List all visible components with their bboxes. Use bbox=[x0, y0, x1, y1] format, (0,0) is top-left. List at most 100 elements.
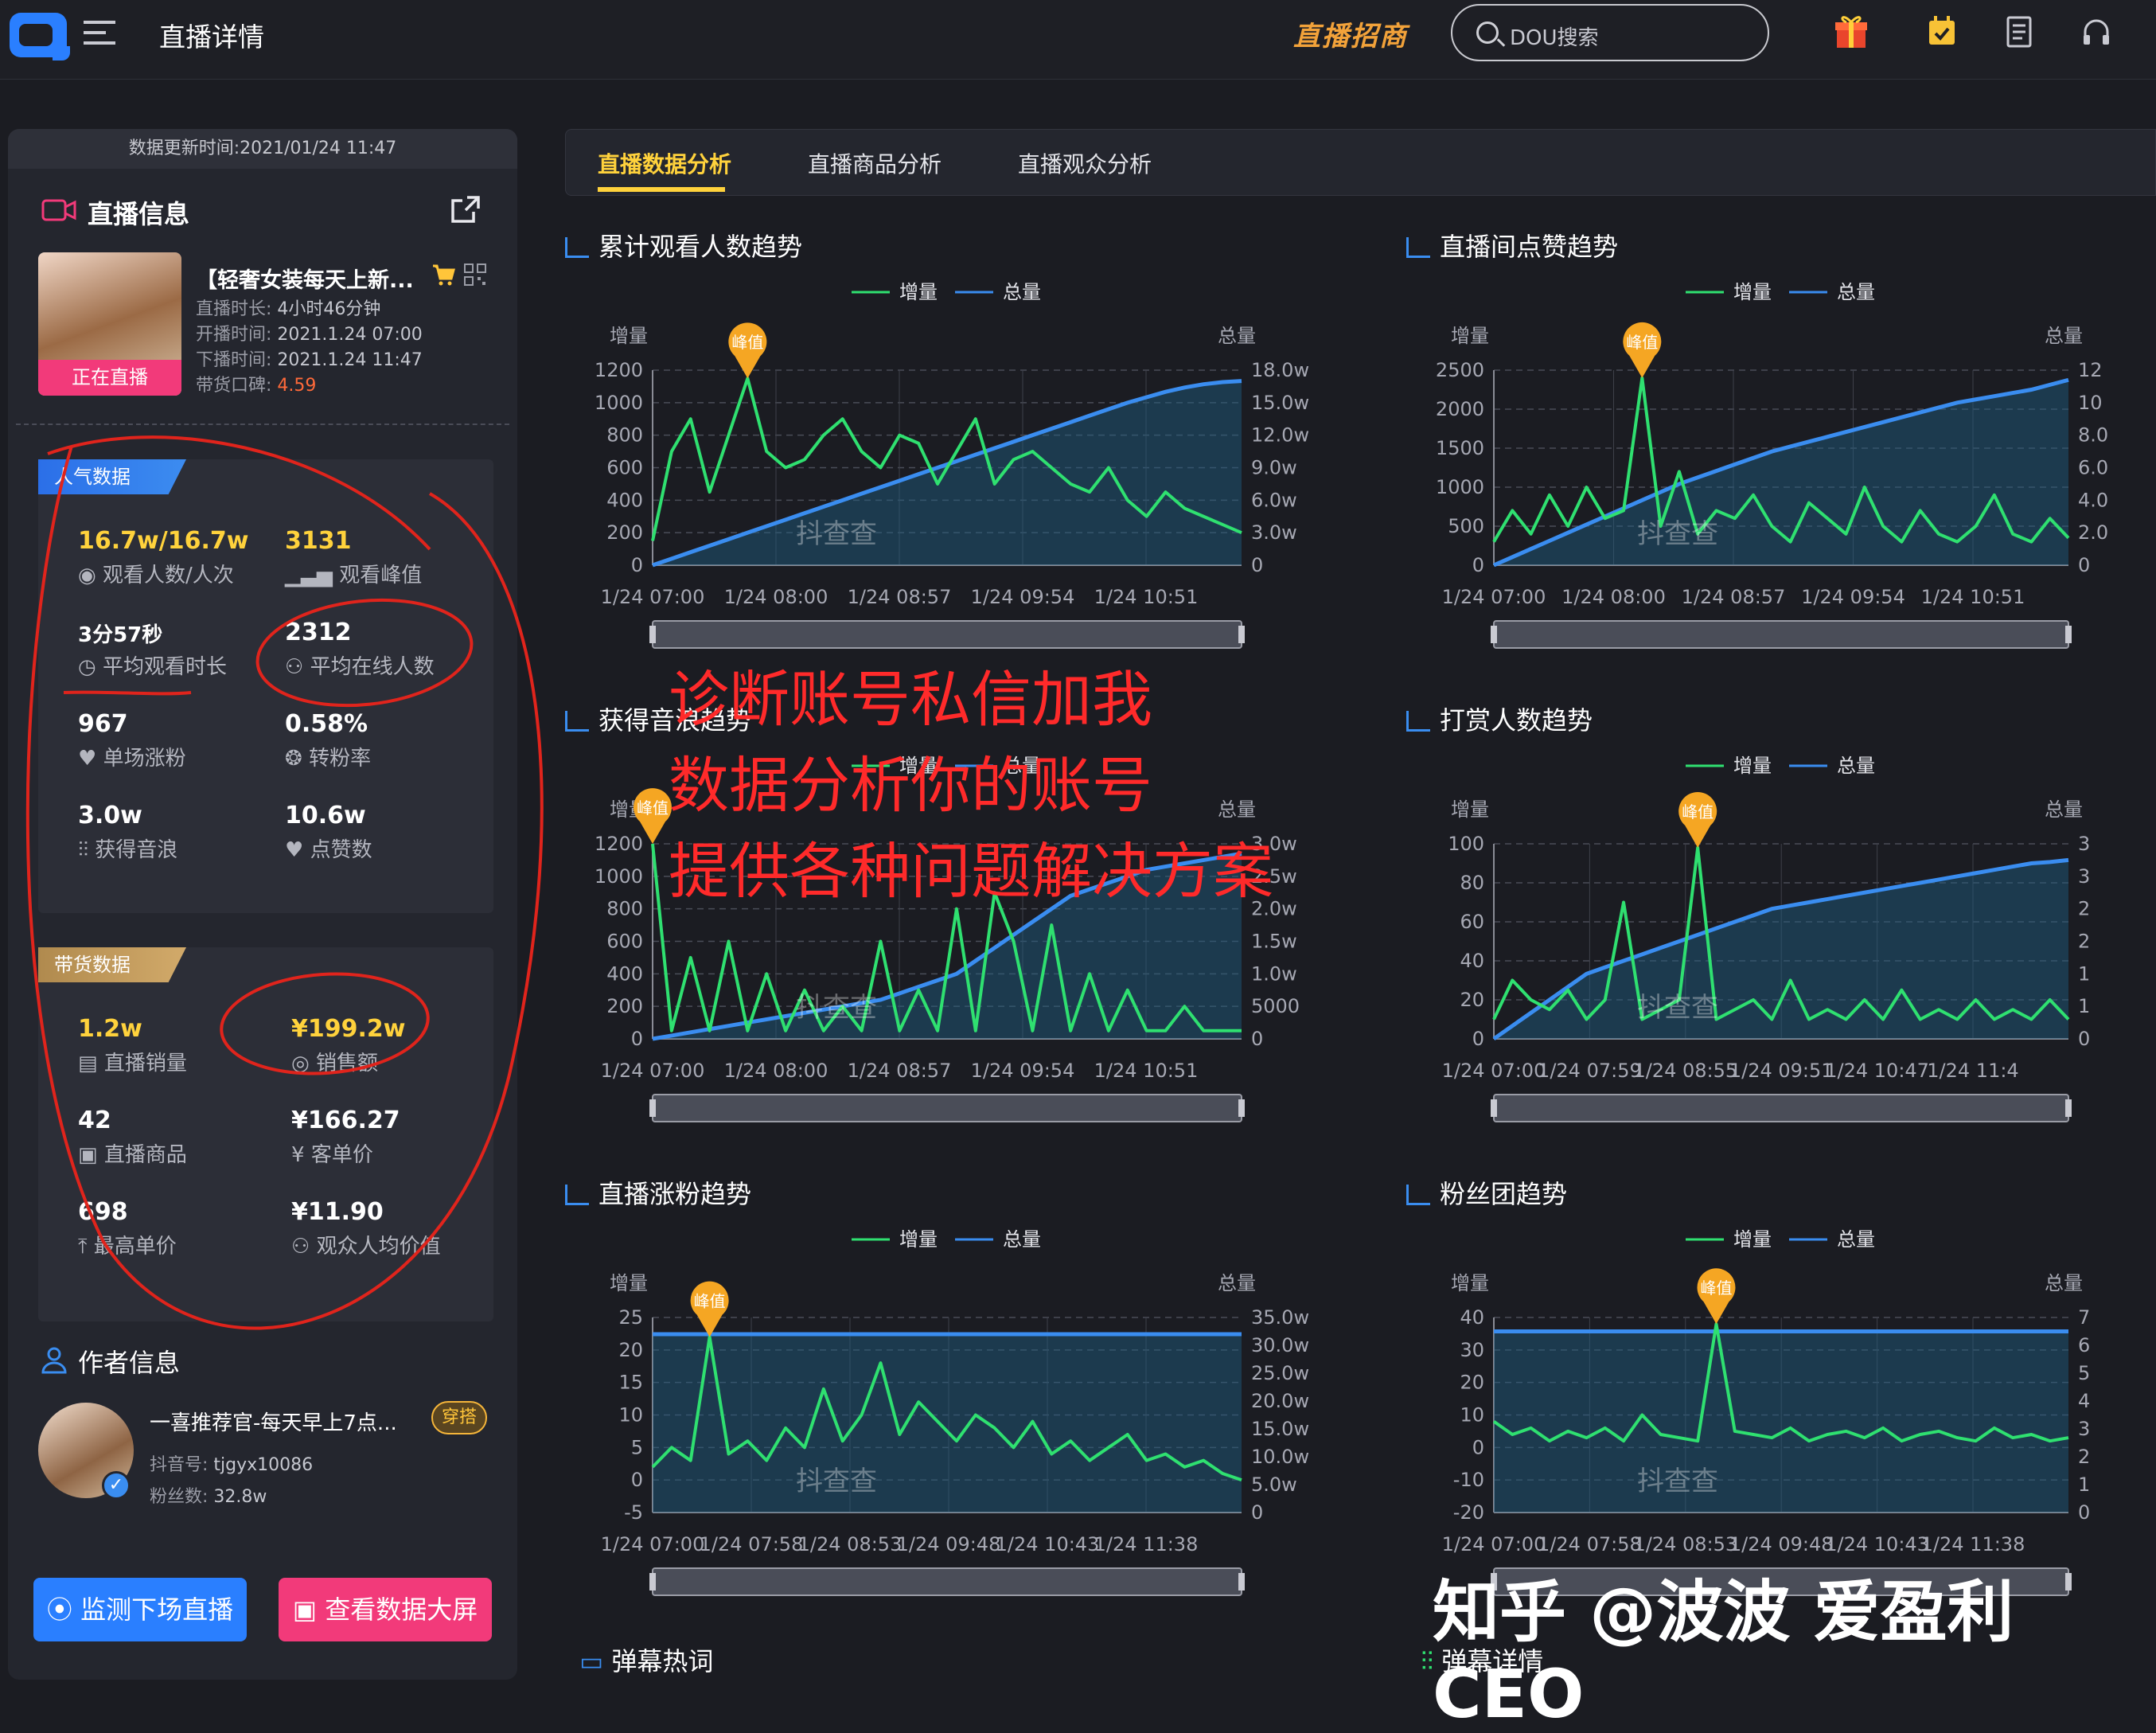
chart-fans: 直播涨粉趋势 增量 总量 增量 总量 25 20 15 10 5 0 -5 35.0w 30.0w 25.0… bbox=[565, 1174, 1329, 1596]
clock-icon: ◷ bbox=[78, 655, 103, 679]
stat-label-text: 观看人数/人次 bbox=[102, 564, 234, 587]
stat-value: 3.0w bbox=[78, 802, 142, 829]
stat-label-text: 直播销量 bbox=[103, 1052, 187, 1075]
legend-inc-label: 增量 bbox=[899, 281, 938, 303]
y2-tick-label: 5.0w bbox=[1251, 1473, 1297, 1496]
headset-icon[interactable] bbox=[2077, 13, 2115, 51]
update-time: 数据更新时间:2021/01/24 11:47 bbox=[8, 129, 517, 169]
y-tick-label: 0 bbox=[1472, 1028, 1484, 1050]
stat-label: ⫶⫶ 获得音浪 bbox=[78, 833, 177, 863]
left-panel: 数据更新时间:2021/01/24 11:47 直播信息 正在直播 【轻奢女装每… bbox=[8, 129, 517, 1680]
y2-tick-label: 6 bbox=[2078, 1334, 2090, 1356]
zoom-handle-right bbox=[2065, 1099, 2072, 1117]
y-tick-label: 10 bbox=[1460, 1404, 1484, 1427]
x-tick-label: 1/24 08:57 bbox=[848, 586, 952, 608]
x-tick-label: 1/24 09:48 bbox=[897, 1533, 1001, 1555]
external-link-icon[interactable] bbox=[450, 194, 481, 226]
stat-label-text: 观看峰值 bbox=[339, 564, 423, 587]
gift-icon[interactable] bbox=[1832, 13, 1870, 51]
y-tick-label: 2500 bbox=[1436, 359, 1484, 381]
stat-label-text: 单场涨粉 bbox=[103, 747, 186, 771]
y-tick-label: 0 bbox=[631, 1028, 643, 1050]
stat-label: ◎ 销售额 bbox=[291, 1047, 378, 1076]
x-tick-label: 1/24 10:51 bbox=[1094, 586, 1199, 608]
menu-icon[interactable] bbox=[84, 21, 115, 49]
x-tick-label: 1/24 08:00 bbox=[724, 1060, 828, 1082]
box-icon: ▤ bbox=[78, 1052, 104, 1075]
peak-label: 峰值 bbox=[1700, 1278, 1732, 1298]
rep-label: 带货口碑: bbox=[196, 376, 272, 396]
promo-line: 诊断账号私信加我 bbox=[669, 664, 1152, 735]
chart-watermark: 抖查查 bbox=[1637, 1466, 1718, 1497]
zoom-slider bbox=[652, 620, 1242, 649]
x-tick-label: 1/24 07:00 bbox=[601, 1060, 705, 1082]
y2-tick-label: 10.0w bbox=[1251, 1446, 1309, 1468]
cart-icon bbox=[433, 264, 455, 286]
y2-tick-label: 5000 bbox=[1251, 995, 1300, 1017]
chart-watermark: 抖查查 bbox=[1637, 518, 1718, 550]
y2-axis-label: 总量 bbox=[2045, 798, 2083, 821]
y2-tick-label: 0 bbox=[1251, 1028, 1263, 1050]
tab-product-analysis[interactable]: 直播商品分析 bbox=[808, 147, 942, 179]
y2-tick-label: 7 bbox=[2078, 1306, 2090, 1329]
end-label: 下播时间: bbox=[196, 350, 272, 370]
heart-icon: ♥ bbox=[285, 838, 310, 862]
promo-line: 提供各种问题解决方案 bbox=[669, 836, 1273, 907]
document-icon[interactable] bbox=[2000, 13, 2038, 51]
y2-tick-label: 3.0w bbox=[1251, 521, 1297, 544]
zoom-slider bbox=[1493, 1094, 2069, 1122]
chat-icon: ▭ bbox=[579, 1646, 612, 1676]
monitor-next-live-button[interactable]: ⦿ 监测下场直播 bbox=[33, 1578, 247, 1641]
monitor-label: 监测下场直播 bbox=[80, 1594, 234, 1625]
y-tick-label: 40 bbox=[1460, 1306, 1484, 1329]
qrcode-icon[interactable] bbox=[463, 263, 487, 287]
x-tick-label: 1/24 08:55 bbox=[1633, 1060, 1737, 1082]
live-info-title: 直播信息 bbox=[88, 199, 190, 229]
brand-link[interactable]: 直播招商 bbox=[1293, 14, 1408, 53]
stat-label-text: 客单价 bbox=[310, 1143, 373, 1167]
y2-tick-label: 30.0w bbox=[1251, 1334, 1309, 1356]
y2-tick-label: 1.5w bbox=[1251, 931, 1297, 953]
x-tick-label: 1/24 08:00 bbox=[724, 586, 828, 608]
y-tick-label: 600 bbox=[606, 931, 643, 953]
y2-tick-label: 15.0w bbox=[1251, 1418, 1309, 1440]
y-tick-label: 80 bbox=[1460, 872, 1484, 894]
tab-audience-analysis[interactable]: 直播观众分析 bbox=[1018, 147, 1152, 179]
y2-axis-label: 总量 bbox=[1218, 1272, 1256, 1294]
total-area bbox=[1494, 1331, 2068, 1512]
search-icon bbox=[1476, 21, 1499, 44]
y-tick-label: 20 bbox=[1460, 1372, 1484, 1394]
calendar-check-icon[interactable] bbox=[1923, 13, 1961, 51]
stat-label-text: 点赞数 bbox=[310, 838, 372, 862]
search-input[interactable]: DOU搜索 bbox=[1451, 4, 1769, 61]
stat-label: ♥ 点赞数 bbox=[285, 833, 372, 863]
eye-icon: ◉ bbox=[78, 564, 103, 587]
zoom-handle-left bbox=[649, 626, 656, 643]
app-logo[interactable] bbox=[10, 13, 70, 60]
verified-icon: ✓ bbox=[102, 1471, 131, 1500]
popularity-tag: 人气数据 bbox=[38, 459, 186, 494]
legend-inc-label: 增量 bbox=[1733, 1228, 1772, 1251]
fans-value: 32.8w bbox=[213, 1487, 267, 1507]
legend-total-label: 总量 bbox=[1837, 1228, 1875, 1251]
stat-label-text: 平均观看时长 bbox=[102, 655, 227, 679]
x-tick-label: 1/24 08:53 bbox=[1633, 1533, 1737, 1555]
live-room-name[interactable]: 【轻奢女装每天上新... bbox=[196, 263, 414, 294]
start-row: 开播时间: 2021.1.24 07:00 bbox=[196, 320, 423, 345]
y-tick-label: -10 bbox=[1453, 1469, 1484, 1491]
top-header: 直播详情 直播招商 DOU搜索 bbox=[0, 0, 2156, 80]
x-tick-label: 1/24 07:00 bbox=[1442, 1060, 1546, 1082]
zoom-handle-left bbox=[649, 1099, 656, 1117]
tab-live-data[interactable]: 直播数据分析 bbox=[598, 147, 731, 179]
y2-tick-label: 1 bbox=[2078, 962, 2090, 985]
stat-label-text: 平均在线人数 bbox=[310, 655, 435, 679]
y-axis-label: 增量 bbox=[610, 325, 648, 347]
view-bigscreen-button[interactable]: ▣ 查看数据大屏 bbox=[279, 1578, 492, 1641]
y-tick-label: 20 bbox=[1460, 989, 1484, 1011]
author-name[interactable]: 一喜推荐官-每天早上7点... bbox=[150, 1407, 397, 1436]
category-badge: 穿搭 bbox=[431, 1401, 487, 1434]
stat-label: ▤ 直播销量 bbox=[78, 1047, 187, 1076]
y-tick-label: 800 bbox=[606, 898, 643, 920]
stat-value: 2312 bbox=[285, 619, 352, 646]
y-tick-label: 15 bbox=[618, 1372, 643, 1394]
